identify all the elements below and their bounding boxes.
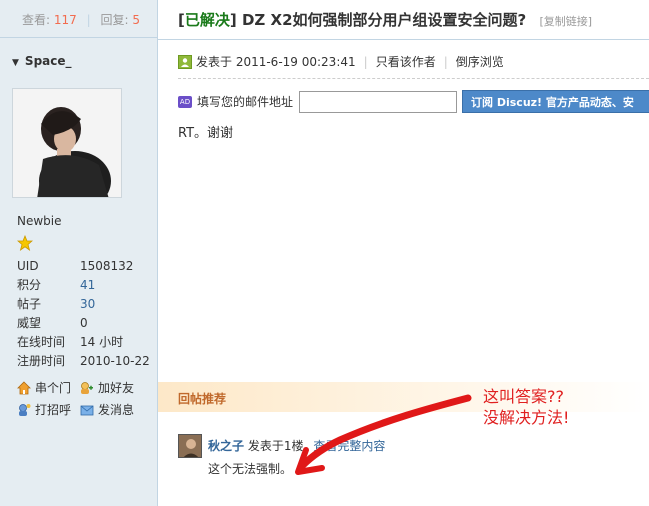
post-main: [已解决] DZ X2如何强制部分用户组设置安全问题? [复制链接] 发表于 2…	[158, 0, 649, 506]
profile-value: 1508132	[80, 259, 134, 273]
title-divider	[158, 39, 649, 40]
subscribe-label: 填写您的邮件地址	[197, 95, 294, 109]
profile-value[interactable]: 30	[80, 295, 95, 314]
replies-count: 5	[132, 13, 140, 27]
thread-title: [已解决] DZ X2如何强制部分用户组设置安全问题? [复制链接]	[178, 9, 592, 30]
annotation-line: 没解决方法!	[483, 408, 570, 427]
reply-author[interactable]: 秋之子	[208, 439, 244, 453]
profile-value: 0	[80, 316, 88, 330]
profile-key: 在线时间	[17, 335, 66, 349]
home-icon	[17, 381, 31, 395]
action-label[interactable]: 串个门	[35, 379, 71, 397]
thread-stats: 查看: 117 | 回复: 5	[0, 0, 157, 38]
add-friend-link[interactable]: 加好友	[80, 377, 143, 399]
reply-head: 秋之子 发表于1楼 查看完整内容	[208, 437, 385, 454]
profile-row-registered: 注册时间 2010-10-22	[17, 352, 150, 371]
profile-value: 14 小时	[80, 335, 124, 349]
profile-key: 帖子	[17, 297, 42, 311]
online-status-icon	[178, 54, 192, 69]
annotation-text: 这叫答案?? 没解决方法!	[483, 386, 569, 428]
thread-title-text: DZ X2如何强制部分用户组设置安全问题?	[241, 11, 527, 29]
meta-separator: |	[443, 54, 448, 69]
send-message-link[interactable]: 发消息	[80, 399, 143, 421]
profile-key: 威望	[17, 316, 42, 330]
meta-divider	[178, 78, 649, 79]
profile-key: 注册时间	[17, 354, 66, 368]
profile-row-posts: 帖子 30	[17, 295, 150, 314]
author-sidebar: 查看: 117 | 回复: 5 ▼ Space_ Newbie UID 150813…	[0, 0, 158, 506]
stats-separator: |	[86, 13, 91, 27]
view-full-link[interactable]: 查看完整内容	[313, 439, 385, 453]
visit-link[interactable]: 串个门	[17, 377, 80, 399]
annotation-line: 这叫答案??	[483, 387, 564, 406]
post-meta: 发表于 2011-6-19 00:23:41 | 只看该作者 | 倒序浏览	[178, 53, 504, 70]
greet-icon	[17, 403, 31, 417]
reply-recommend-bar: 回帖推荐	[158, 382, 649, 412]
action-label[interactable]: 打招呼	[35, 401, 71, 419]
profile-row-prestige: 威望 0	[17, 314, 150, 333]
profile-row-online: 在线时间 14 小时	[17, 333, 150, 352]
profile-info: UID 1508132 积分 41 帖子 30 威望 0 在线时间 14 小时 注册时间 2…	[17, 257, 150, 371]
views-count: 117	[53, 13, 77, 27]
profile-row-credits: 积分 41	[17, 276, 150, 295]
reply-time: 发表于1楼	[247, 439, 304, 453]
author-name-row[interactable]: ▼ Space_	[12, 54, 72, 68]
reverse-order-link[interactable]: 倒序浏览	[456, 53, 504, 70]
profile-key: UID	[17, 259, 39, 273]
chevron-down-icon[interactable]: ▼	[12, 58, 19, 68]
profile-key: 积分	[17, 278, 42, 292]
add-friend-icon	[80, 381, 94, 395]
reply-avatar[interactable]	[178, 434, 202, 458]
email-field[interactable]	[299, 90, 458, 113]
post-time: 发表于 2011-6-19 00:23:41	[196, 55, 356, 69]
message-icon	[80, 403, 94, 417]
recommend-label: 回帖推荐	[178, 392, 227, 406]
profile-row-uid: UID 1508132	[17, 257, 150, 276]
views-label: 查看:	[22, 13, 51, 27]
replies-label: 回复:	[100, 13, 129, 27]
greet-link[interactable]: 打招呼	[17, 399, 80, 421]
action-label[interactable]: 加好友	[98, 379, 134, 397]
author-only-link[interactable]: 只看该作者	[376, 53, 436, 70]
user-actions: 串个门 加好友 打招呼 发消息	[17, 377, 157, 421]
profile-value[interactable]: 41	[80, 276, 95, 295]
action-label[interactable]: 发消息	[98, 401, 134, 419]
copy-link-button[interactable]: [复制链接]	[539, 15, 592, 28]
author-name[interactable]: Space_	[25, 54, 72, 68]
subscribe-button[interactable]: 订阅 Discuz! 官方产品动态、安	[462, 90, 649, 113]
tag-open: [	[178, 11, 185, 29]
meta-separator: |	[363, 54, 368, 69]
star-icon	[16, 234, 34, 251]
profile-value: 2010-10-22	[80, 354, 150, 368]
tag-close: ]	[229, 11, 237, 29]
user-group: Newbie	[17, 214, 62, 228]
avatar[interactable]	[12, 88, 122, 198]
post-content: RT。谢谢	[178, 126, 234, 141]
subscribe-bar: AD 填写您的邮件地址 订阅 Discuz! 官方产品动态、安	[178, 90, 649, 113]
reply-body: 这个无法强制。	[208, 462, 293, 476]
solved-tag[interactable]: 已解决	[185, 11, 230, 29]
ad-icon: AD	[178, 95, 192, 108]
